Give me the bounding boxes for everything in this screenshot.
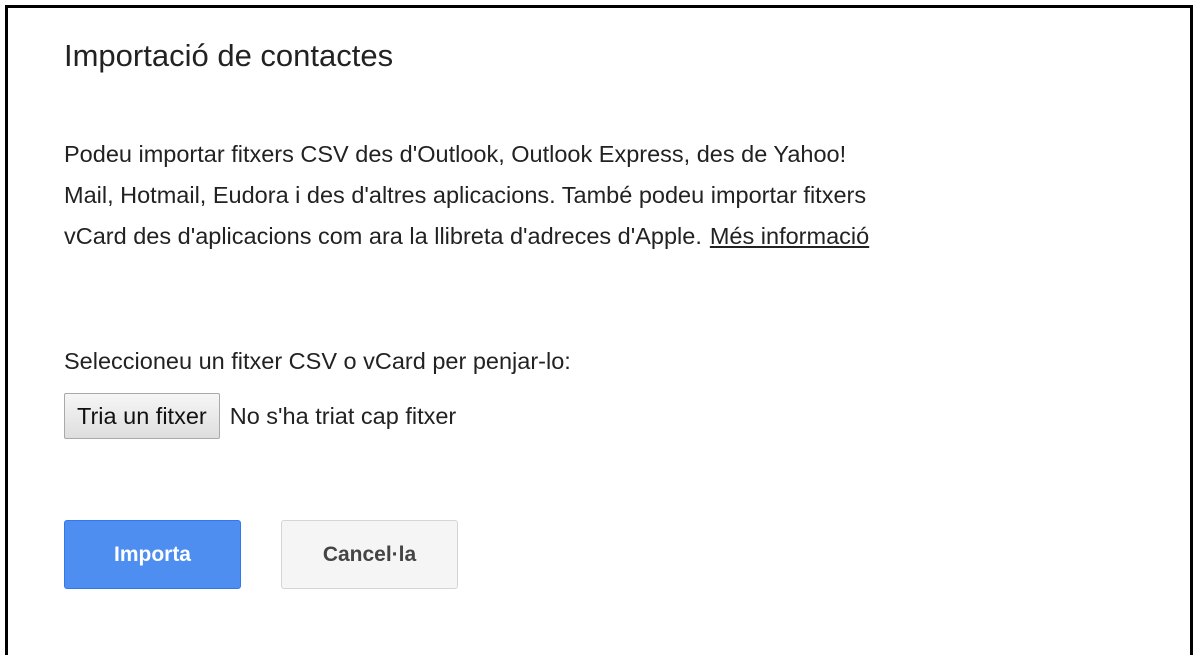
- description-line-3: vCard des d'aplicacions com ara la llibr…: [64, 216, 1174, 257]
- import-contacts-dialog: Importació de contactes Podeu importar f…: [5, 5, 1193, 655]
- choose-file-button[interactable]: Tria un fitxer: [64, 393, 220, 439]
- dialog-description: Podeu importar fitxers CSV des d'Outlook…: [64, 134, 1174, 257]
- file-select-label: Seleccioneu un fitxer CSV o vCard per pe…: [64, 348, 571, 374]
- file-input-row: Tria un fitxer No s'ha triat cap fitxer: [64, 393, 456, 439]
- description-line-1: Podeu importar fitxers CSV des d'Outlook…: [64, 141, 847, 167]
- cancel-button[interactable]: Cancel·la: [281, 520, 458, 589]
- dialog-title: Importació de contactes: [64, 38, 394, 73]
- description-line-3-text: vCard des d'aplicacions com ara la llibr…: [64, 223, 702, 249]
- more-info-link[interactable]: Més informació: [710, 223, 869, 249]
- import-button[interactable]: Importa: [64, 520, 241, 589]
- file-status-text: No s'ha triat cap fitxer: [229, 402, 457, 429]
- description-line-2: Mail, Hotmail, Eudora i des d'altres apl…: [64, 182, 867, 208]
